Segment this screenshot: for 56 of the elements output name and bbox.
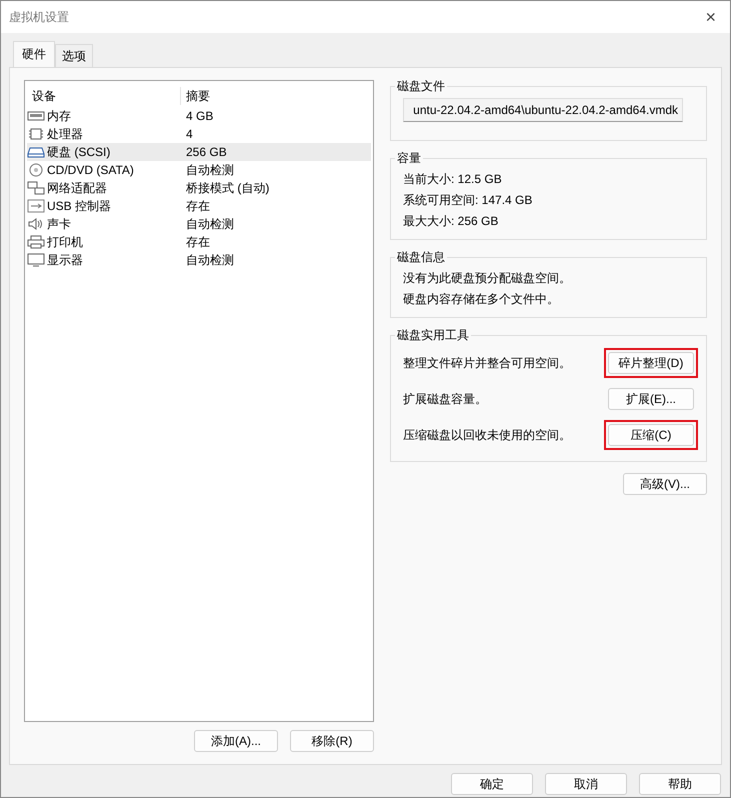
utility-description: 扩展磁盘容量。 [403,391,487,408]
device-button[interactable]: 移除(R) [290,730,374,752]
group-title: 磁盘信息 [396,251,446,263]
info-text: 当前大小: 12.5 GB [402,170,503,188]
device-summary: 256 GB [185,144,227,161]
device-name[interactable]: 处理器 [47,125,83,143]
column-header[interactable]: 设备 [27,87,181,105]
utility-button[interactable]: 碎片整理(D) [608,352,694,374]
group-title: 磁盘文件 [396,80,446,92]
advanced-button[interactable]: 高级(V)... [623,473,707,495]
device-name[interactable]: 显示器 [47,251,83,269]
device-summary: 自动检测 [185,252,234,269]
selected-row-highlight[interactable]: 硬盘 (SCSI) 256 GB [27,143,371,161]
device-button[interactable]: 添加(A)... [194,730,278,752]
speaker-icon [27,217,45,231]
device-name[interactable]: 网络适配器 [47,179,107,197]
memory-icon [27,109,45,123]
device-summary: 存在 [185,198,210,215]
printer-icon [27,235,45,249]
device-summary: 4 [185,126,193,143]
monitor-icon [27,253,45,267]
disk-file-field[interactable]: untu-22.04.2-amd64\ubuntu-22.04.2-amd64.vmdk [403,98,683,122]
utility-description: 压缩磁盘以回收未使用的空间。 [403,427,571,444]
info-text: 系统可用空间: 147.4 GB [402,192,534,208]
info-text: 硬盘内容存储在多个文件中。 [402,290,560,308]
tab[interactable]: 选项 [55,44,93,67]
utility-button[interactable]: 压缩(C) [608,424,694,446]
group-title: 容量 [396,152,422,164]
utility-button[interactable]: 扩展(E)... [608,388,694,410]
device-summary: 自动检测 [185,162,234,179]
device-name[interactable]: CD/DVD (SATA) [47,161,134,179]
hard-drive-icon [27,145,45,159]
device-summary: 存在 [185,234,210,251]
group-title: 磁盘实用工具 [396,329,470,341]
dialog-button[interactable]: 帮助 [639,773,721,795]
window-title: 虚拟机设置 [9,9,69,26]
network-icon [27,181,45,195]
close-button[interactable]: × [699,8,722,26]
chip-icon [27,127,45,141]
dialog-button[interactable]: 取消 [545,773,627,795]
device-name[interactable]: 打印机 [47,233,83,251]
device-name[interactable]: 硬盘 (SCSI) [47,143,110,161]
info-text: 没有为此硬盘预分配磁盘空间。 [402,270,572,286]
tab[interactable]: 硬件 [13,41,55,67]
device-summary: 桥接模式 (自动) [185,180,270,197]
dialog-button[interactable]: 确定 [451,773,533,795]
device-name[interactable]: USB 控制器 [47,197,112,215]
device-summary: 自动检测 [185,216,234,233]
usb-icon [27,199,45,213]
device-name[interactable]: 声卡 [47,215,71,233]
column-header[interactable]: 摘要 [181,87,210,105]
info-text: 最大大小: 256 GB [402,212,500,230]
device-name[interactable]: 内存 [47,107,71,125]
disc-icon [27,163,45,177]
utility-description: 整理文件碎片并整合可用空间。 [403,355,571,372]
device-summary: 4 GB [185,108,214,125]
